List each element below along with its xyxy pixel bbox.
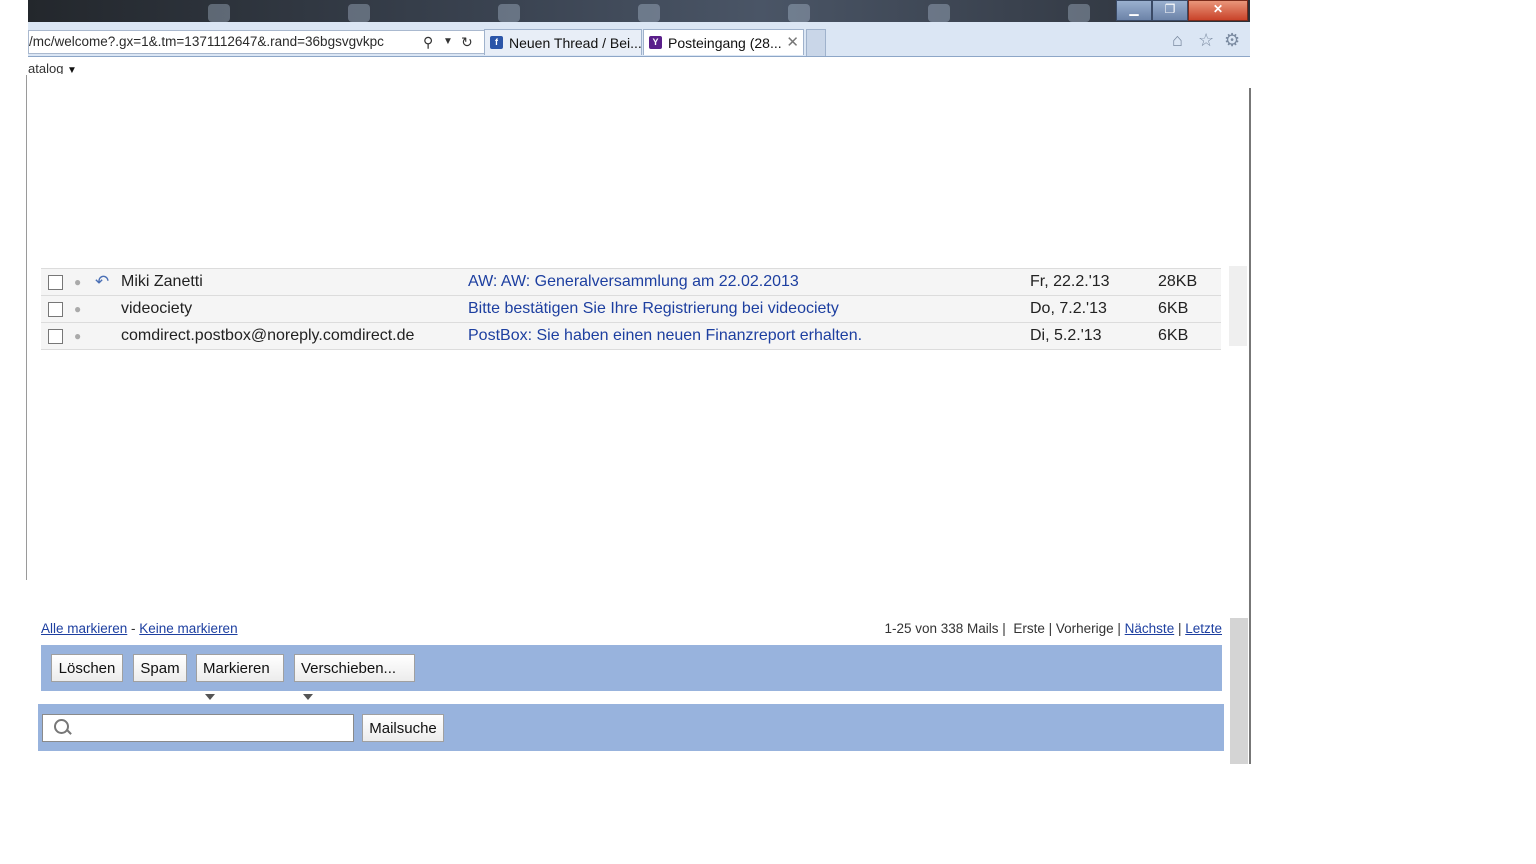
unread-dot-icon: ●	[74, 275, 82, 289]
pager-previous: Vorherige	[1055, 621, 1114, 636]
address-bar[interactable]: /mc/welcome?.gx=1&.tm=1371112647&.rand=3…	[28, 30, 485, 54]
gear-icon[interactable]: ⚙	[1224, 30, 1240, 51]
search-icon[interactable]: ⚲	[423, 31, 433, 53]
mail-count: 1-25 von 338 Mails |	[884, 621, 1010, 636]
search-icon	[54, 719, 69, 734]
favorites-item[interactable]: atalog	[28, 61, 63, 74]
table-row[interactable]: ● videociety Bitte bestätigen Sie Ihre Reg…	[41, 296, 1221, 323]
table-row[interactable]: ● comdirect.postbox@noreply.comdirect.de P…	[41, 323, 1221, 350]
scrollbar-thumb[interactable]	[1230, 618, 1248, 764]
tab-posteingang[interactable]: Y Posteingang (28... ✕	[643, 29, 804, 55]
row-checkbox[interactable]	[48, 275, 63, 290]
mail-date: Di, 5.2.'13	[1030, 327, 1102, 344]
desktop-icon-shadow	[348, 4, 370, 22]
scrollbar-border	[1249, 264, 1251, 764]
caret-down-icon	[205, 694, 215, 701]
yahoo-favicon-icon: Y	[649, 36, 662, 49]
desktop-icon-shadow	[1068, 4, 1090, 22]
search-bar: Mailsuche	[38, 704, 1224, 751]
browser-navbar: /mc/welcome?.gx=1&.tm=1371112647&.rand=3…	[28, 22, 1250, 57]
unread-dot-icon: ●	[74, 329, 82, 343]
select-all-link[interactable]: Alle markieren	[41, 621, 127, 636]
tab-label: Posteingang (28...	[668, 35, 782, 51]
delete-button[interactable]: Löschen	[51, 654, 123, 682]
minimize-button[interactable]: ▁	[1116, 0, 1152, 21]
separator: -	[127, 621, 140, 636]
replied-icon: ↶	[95, 272, 110, 291]
forum-favicon-icon: f	[490, 36, 503, 49]
close-tab-icon[interactable]: ✕	[786, 30, 799, 55]
desktop-icon-shadow	[498, 4, 520, 22]
desktop-icon-shadow	[208, 4, 230, 22]
desktop-icon-shadow	[928, 4, 950, 22]
tab-neuen-thread[interactable]: f Neuen Thread / Bei...	[484, 29, 642, 55]
move-label: Verschieben...	[301, 660, 397, 677]
mail-date: Do, 7.2.'13	[1030, 300, 1107, 317]
row-checkbox[interactable]	[48, 302, 63, 317]
pager-next-link[interactable]: Nächste	[1125, 621, 1175, 636]
restore-button[interactable]: ❐	[1152, 0, 1188, 21]
move-dropdown[interactable]: Verschieben...	[294, 654, 415, 701]
desktop-icon-shadow	[788, 4, 810, 22]
scrollbar-track[interactable]	[1229, 266, 1247, 346]
close-window-button[interactable]: ✕	[1188, 0, 1248, 21]
mail-sender[interactable]: comdirect.postbox@noreply.comdirect.de	[121, 323, 414, 349]
home-icon[interactable]: ⌂	[1172, 30, 1183, 51]
mail-subject-link[interactable]: Bitte bestätigen Sie Ihre Registrierung …	[468, 296, 839, 322]
mark-label: Markieren	[203, 660, 270, 677]
tab-label: Neuen Thread / Bei...	[509, 35, 642, 51]
caret-down-icon	[303, 694, 313, 701]
mail-size: 28KB	[1158, 273, 1198, 290]
mail-list: ● ↶ Miki Zanetti AW: AW: Generalversammlung…	[41, 268, 1221, 350]
scrollbar-upper[interactable]	[1239, 88, 1251, 264]
row-checkbox[interactable]	[48, 329, 63, 344]
pager-last-link[interactable]: Letzte	[1185, 621, 1222, 636]
table-row[interactable]: ● ↶ Miki Zanetti AW: AW: Generalversammlung…	[41, 268, 1221, 296]
mail-sender[interactable]: Miki Zanetti	[121, 269, 203, 295]
list-footer: Alle markieren - Keine markieren 1-25 vo…	[41, 621, 1222, 639]
mail-search-button[interactable]: Mailsuche	[362, 714, 444, 742]
mail-sender[interactable]: videociety	[121, 296, 192, 322]
mark-dropdown[interactable]: Markieren	[196, 654, 284, 701]
new-tab-button[interactable]	[806, 29, 826, 56]
mail-search-input[interactable]	[42, 714, 354, 742]
mail-size: 6KB	[1158, 300, 1189, 317]
chevron-down-icon[interactable]: ▼	[67, 65, 77, 74]
mail-subject-link[interactable]: AW: AW: Generalversammlung am 22.02.2013	[468, 269, 799, 295]
address-url[interactable]: /mc/welcome?.gx=1&.tm=1371112647&.rand=3…	[29, 31, 421, 53]
select-none-link[interactable]: Keine markieren	[139, 621, 237, 636]
mail-size: 6KB	[1158, 327, 1189, 344]
pagination: 1-25 von 338 Mails | Erste | Vorherige |…	[884, 621, 1222, 636]
unread-dot-icon: ●	[74, 302, 82, 316]
desktop-icon-shadow	[638, 4, 660, 22]
mail-date: Fr, 22.2.'13	[1030, 273, 1110, 290]
spam-button[interactable]: Spam	[133, 654, 187, 682]
favorites-bar: atalog ▼	[28, 56, 77, 74]
frame-border	[26, 75, 27, 580]
mail-subject-link[interactable]: PostBox: Sie haben einen neuen Finanzrep…	[468, 323, 862, 349]
window-titlebar: ▁ ❐ ✕	[28, 0, 1250, 22]
pager-first: Erste	[1013, 621, 1045, 636]
favorites-star-icon[interactable]: ☆	[1198, 30, 1214, 51]
dropdown-icon[interactable]: ▼	[443, 31, 453, 53]
action-toolbar: Löschen Spam Markieren Verschieben...	[41, 645, 1222, 701]
refresh-icon[interactable]: ↻	[461, 31, 473, 53]
